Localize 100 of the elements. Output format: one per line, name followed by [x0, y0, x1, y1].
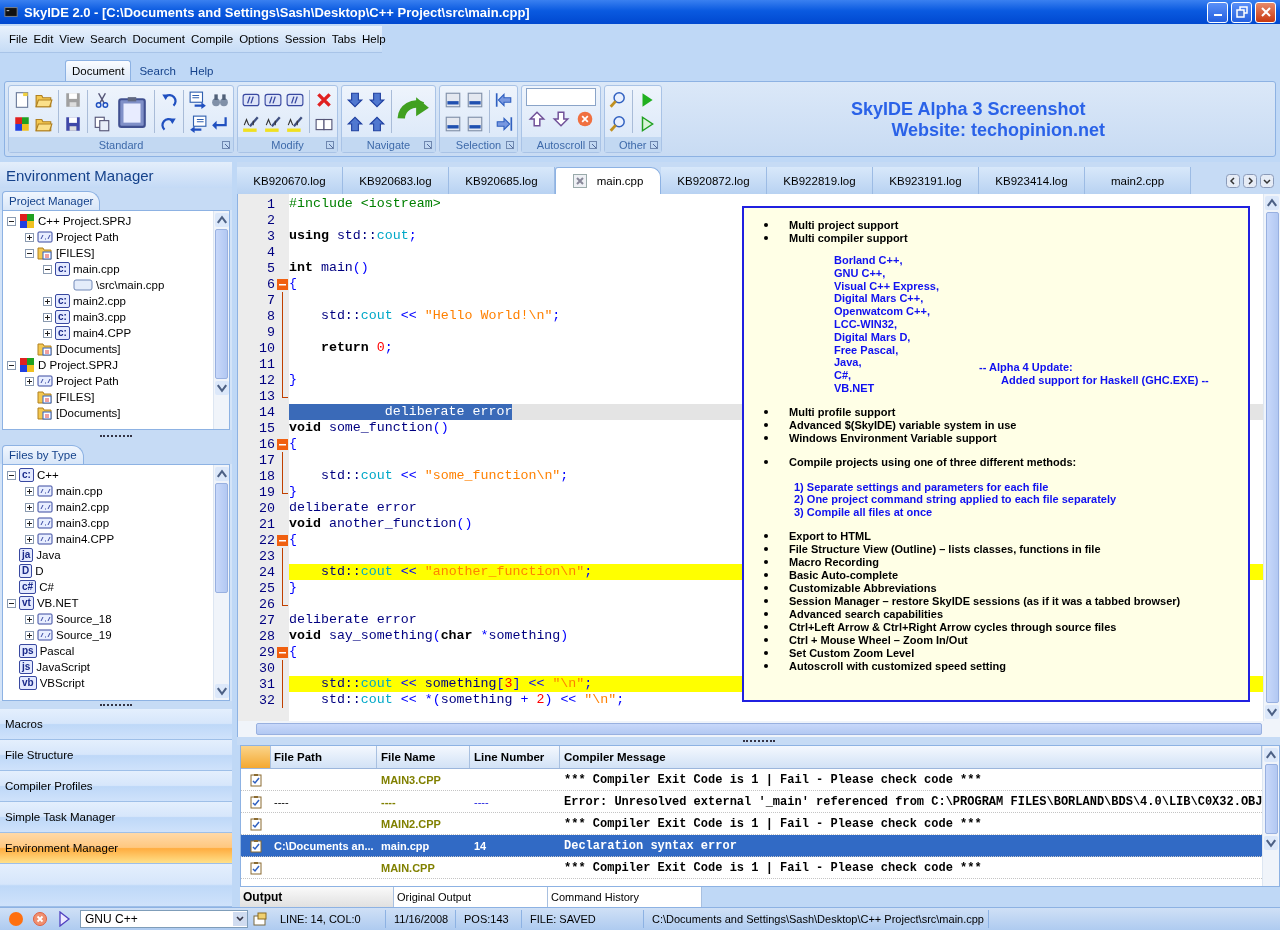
colored-squares-icon[interactable]: [13, 114, 31, 133]
highlight-pen-icon[interactable]: [242, 114, 260, 133]
autoscroll-speed-field[interactable]: [526, 88, 596, 106]
menu-item[interactable]: Session: [281, 33, 329, 45]
delete-icon[interactable]: [315, 90, 333, 109]
dialog-launcher-icon[interactable]: [424, 141, 432, 149]
expand-icon[interactable]: [43, 296, 52, 306]
navigation-button[interactable]: Environment Manager: [0, 833, 232, 864]
tree-item[interactable]: VBScript: [39, 677, 85, 689]
panel-icon[interactable]: [466, 90, 484, 109]
editor-tab[interactable]: KB920872.log: [661, 167, 767, 194]
scroll-thumb[interactable]: [1265, 212, 1279, 703]
highlight-pen-icon[interactable]: [264, 114, 282, 133]
tree-item[interactable]: Pascal: [39, 645, 75, 657]
close-button[interactable]: [1255, 1, 1276, 23]
expand-icon[interactable]: [25, 630, 34, 640]
arrow-up-icon[interactable]: [528, 110, 546, 128]
output-tab[interactable]: Output: [240, 887, 394, 907]
panel-tab[interactable]: Files by Type: [2, 445, 84, 464]
arrow-down-icon[interactable]: [552, 110, 570, 128]
dialog-launcher-icon[interactable]: [506, 141, 514, 149]
tree-item[interactable]: main.cpp: [56, 485, 103, 497]
editor-tab[interactable]: KB923191.log: [873, 167, 979, 194]
panel-icon[interactable]: [466, 114, 484, 133]
menu-item[interactable]: Search: [87, 33, 130, 45]
settings-icon[interactable]: [252, 911, 268, 927]
output-tab[interactable]: Original Output: [394, 887, 548, 907]
tree-item[interactable]: [Documents]: [56, 407, 121, 419]
zoom-out-icon[interactable]: [609, 114, 627, 133]
menu-item[interactable]: Document: [129, 33, 188, 45]
tree-item[interactable]: Java: [36, 549, 61, 561]
scroll-down-icon[interactable]: [214, 684, 229, 698]
fold-icon[interactable]: [276, 534, 288, 546]
tree-item[interactable]: Source_18: [56, 613, 112, 625]
panel-tab[interactable]: Project Manager: [2, 191, 101, 210]
collapse-icon[interactable]: [7, 470, 16, 480]
tree-item[interactable]: \src\main.cpp: [96, 279, 165, 291]
restore-button[interactable]: [1231, 1, 1252, 23]
collapse-icon[interactable]: [7, 598, 16, 608]
dialog-launcher-icon[interactable]: [326, 141, 334, 149]
scroll-down-icon[interactable]: [214, 381, 229, 395]
arrow-left-icon[interactable]: [495, 90, 513, 109]
collapse-icon[interactable]: [25, 248, 34, 258]
arrow-down-icon[interactable]: [346, 90, 364, 109]
tree-item[interactable]: D: [35, 565, 44, 577]
column-header[interactable]: Line Number: [470, 746, 560, 768]
splitter-grip[interactable]: [742, 739, 775, 743]
tree-item[interactable]: C++ Project.SPRJ: [38, 215, 132, 227]
tree-item[interactable]: main3.cpp: [56, 517, 110, 529]
expand-icon[interactable]: [25, 232, 34, 242]
copy-icon[interactable]: [93, 114, 111, 133]
window-arrow-icon[interactable]: [189, 90, 207, 109]
document-icon[interactable]: [13, 90, 31, 109]
scroll-up-icon[interactable]: [1264, 748, 1278, 762]
scroll-down-icon[interactable]: [1264, 836, 1278, 850]
tree-item[interactable]: main4.CPP: [72, 327, 132, 339]
menu-item[interactable]: Options: [236, 33, 282, 45]
ribbon-tab[interactable]: Search: [133, 61, 182, 81]
tree-item[interactable]: JavaScript: [36, 661, 91, 673]
navigation-button[interactable]: Compiler Profiles: [0, 771, 232, 802]
expand-icon[interactable]: [25, 486, 34, 496]
dropdown-icon[interactable]: [1260, 174, 1274, 188]
scissors-icon[interactable]: [93, 90, 111, 109]
play-icon[interactable]: [56, 911, 72, 927]
tree-item[interactable]: C#: [39, 581, 54, 593]
editor-tab[interactable]: KB920685.log: [449, 167, 555, 194]
tree-item[interactable]: main2.cpp: [56, 501, 110, 513]
panel-icon[interactable]: [444, 90, 462, 109]
panel-icon[interactable]: [444, 114, 462, 133]
editor-tab[interactable]: KB922819.log: [767, 167, 873, 194]
scroll-thumb[interactable]: [1264, 764, 1278, 834]
expand-icon[interactable]: [25, 376, 34, 386]
output-row[interactable]: ---- ---- ---- Error: Unresolved external '_main' referenced from C:\PROGRAM FILES\BORLAND\BDS\4.0\LIB\C0X32.OBJ: [241, 791, 1262, 813]
output-row[interactable]: MAIN3.CPP *** Compiler Exit Code is 1 | Fail - Please check code ***: [241, 769, 1262, 791]
stop-icon[interactable]: [32, 911, 48, 927]
editor-tab[interactable]: main2.cpp: [1085, 167, 1191, 194]
highlight-pen-icon[interactable]: [286, 114, 304, 133]
arrow-up-icon[interactable]: [346, 114, 364, 133]
stop-icon[interactable]: [576, 110, 594, 128]
expand-icon[interactable]: [43, 312, 52, 322]
scroll-right-icon[interactable]: [1243, 174, 1257, 188]
expand-icon[interactable]: [43, 328, 52, 338]
ribbon-tab[interactable]: Document: [65, 60, 132, 81]
scroll-down-icon[interactable]: [1265, 705, 1279, 719]
tree-item[interactable]: Project Path: [56, 231, 119, 243]
expand-icon[interactable]: [25, 614, 34, 624]
close-icon[interactable]: [572, 174, 587, 188]
editor-tab[interactable]: KB923414.log: [979, 167, 1085, 194]
tree-item[interactable]: [FILES]: [56, 391, 95, 403]
scroll-up-icon[interactable]: [214, 213, 229, 227]
arrow-up-icon[interactable]: [368, 114, 386, 133]
navigation-button[interactable]: Macros: [0, 709, 232, 740]
scroll-thumb[interactable]: [215, 483, 228, 593]
expand-icon[interactable]: [25, 534, 34, 544]
expand-icon[interactable]: [25, 518, 34, 528]
dialog-launcher-icon[interactable]: [589, 141, 597, 149]
editor-tab[interactable]: KB920670.log: [237, 167, 343, 194]
scroll-up-icon[interactable]: [214, 467, 229, 481]
scroll-thumb[interactable]: [256, 723, 1262, 735]
menu-item[interactable]: View: [56, 33, 88, 45]
